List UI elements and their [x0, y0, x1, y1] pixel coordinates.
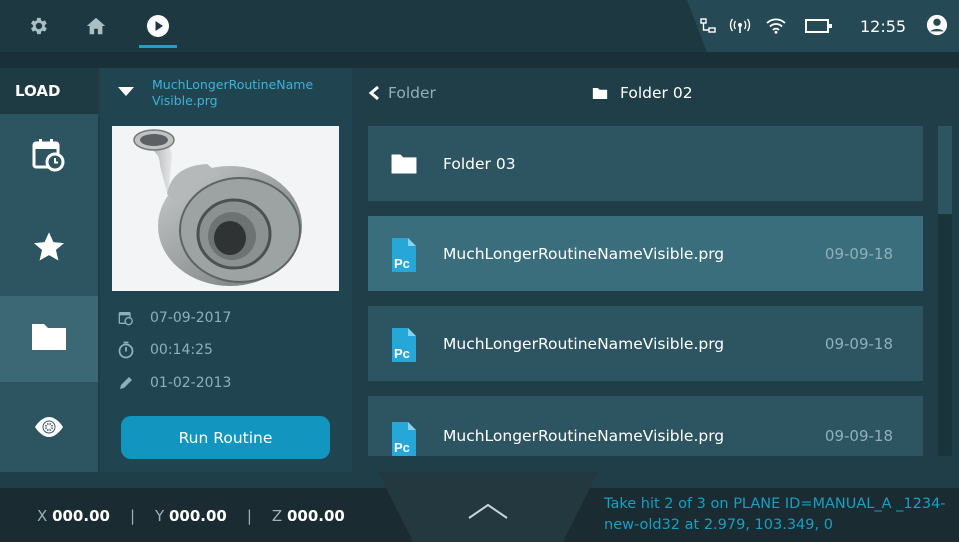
folder-icon: [592, 87, 608, 100]
y-value: 000.00: [168, 507, 227, 525]
pencil-icon: [116, 375, 136, 391]
stopwatch-icon: [116, 341, 136, 359]
calendar-clock-icon: [32, 137, 66, 177]
program-file-icon: Pc: [390, 238, 418, 276]
play-circle-icon[interactable]: [146, 14, 170, 38]
nav-item-favorites[interactable]: [0, 206, 98, 292]
calendar-clock-icon: [116, 310, 136, 326]
folder-icon: [30, 322, 68, 356]
network-icon: [699, 16, 717, 36]
scrollbar-thumb[interactable]: [938, 126, 952, 214]
breadcrumb-parent: Folder: [388, 84, 436, 102]
routine-selector[interactable]: MuchLongerRoutineName Visible.prg: [100, 70, 352, 120]
z-value: 000.00: [286, 507, 345, 525]
y-label: Y: [155, 507, 165, 525]
home-icon[interactable]: [84, 14, 108, 38]
file-date: 09-09-18: [824, 244, 893, 263]
file-name: MuchLongerRoutineNameVisible.prg: [443, 427, 725, 445]
file-date: 09-09-18: [824, 427, 893, 445]
routine-duration: 00:14:25: [150, 342, 213, 358]
current-folder-name: Folder 02: [620, 84, 693, 102]
header-spacer: [0, 52, 959, 68]
routine-duration-row: 00:14:25: [116, 339, 213, 361]
status-message: Take hit 2 of 3 on PLANE ID=MANUAL_A _12…: [604, 496, 946, 533]
separator: |: [129, 507, 136, 525]
routine-thumbnail: [112, 126, 339, 291]
routine-date-row: 07-09-2017: [116, 307, 231, 329]
routine-name: MuchLongerRoutineName Visible.prg: [152, 77, 314, 108]
active-tab-indicator: [139, 45, 177, 48]
routine-edited-row: 01-02-2013: [116, 372, 231, 394]
svg-text:Pc: Pc: [394, 440, 410, 455]
user-account-icon[interactable]: [925, 14, 949, 36]
run-routine-button[interactable]: Run Routine: [121, 416, 330, 459]
routine-edited-date: 01-02-2013: [150, 375, 232, 391]
wifi-icon: [765, 16, 787, 36]
folder-icon: [390, 153, 418, 179]
clock: 12:55: [860, 17, 907, 36]
battery-icon: [803, 16, 835, 36]
gear-icon[interactable]: [26, 14, 50, 38]
list-item[interactable]: Pc MuchLongerRoutineNameVisible.prg 09-0…: [368, 396, 923, 456]
x-value: 000.00: [52, 507, 110, 525]
breadcrumb-current: Folder 02: [592, 80, 693, 106]
nav-item-folders[interactable]: [0, 296, 98, 382]
chevron-left-icon: [368, 85, 380, 101]
coordinate-readout: X 000.00 | Y 000.00 | Z 000.00: [37, 507, 345, 525]
svg-text:Pc: Pc: [394, 346, 410, 361]
svg-text:Pc: Pc: [394, 256, 410, 271]
file-date: 09-09-18: [824, 334, 893, 353]
z-label: Z: [271, 507, 283, 525]
list-item[interactable]: Pc MuchLongerRoutineNameVisible.prg 09-0…: [368, 306, 923, 381]
nav-item-recent[interactable]: [0, 114, 98, 200]
nav-load-label: LOAD: [0, 68, 98, 114]
nav-item-view[interactable]: [0, 386, 98, 472]
file-name: Folder 03: [443, 154, 516, 173]
chevron-up-icon: [467, 502, 509, 524]
eye-icon: [32, 415, 66, 443]
signal-icon: [728, 16, 752, 36]
program-file-icon: Pc: [390, 422, 418, 460]
routine-date: 07-09-2017: [150, 310, 232, 326]
file-name: MuchLongerRoutineNameVisible.prg: [443, 334, 725, 353]
separator: |: [246, 507, 252, 525]
file-name: MuchLongerRoutineNameVisible.prg: [443, 244, 725, 263]
star-icon: [32, 231, 66, 267]
expand-panel-tab[interactable]: [378, 472, 598, 542]
breadcrumb-back[interactable]: Folder: [368, 80, 436, 106]
x-label: X: [37, 507, 48, 525]
chevron-down-icon: [118, 87, 134, 96]
program-file-icon: Pc: [390, 328, 418, 366]
list-item[interactable]: Pc MuchLongerRoutineNameVisible.prg 09-0…: [368, 216, 923, 291]
list-item[interactable]: Folder 03: [368, 126, 923, 201]
